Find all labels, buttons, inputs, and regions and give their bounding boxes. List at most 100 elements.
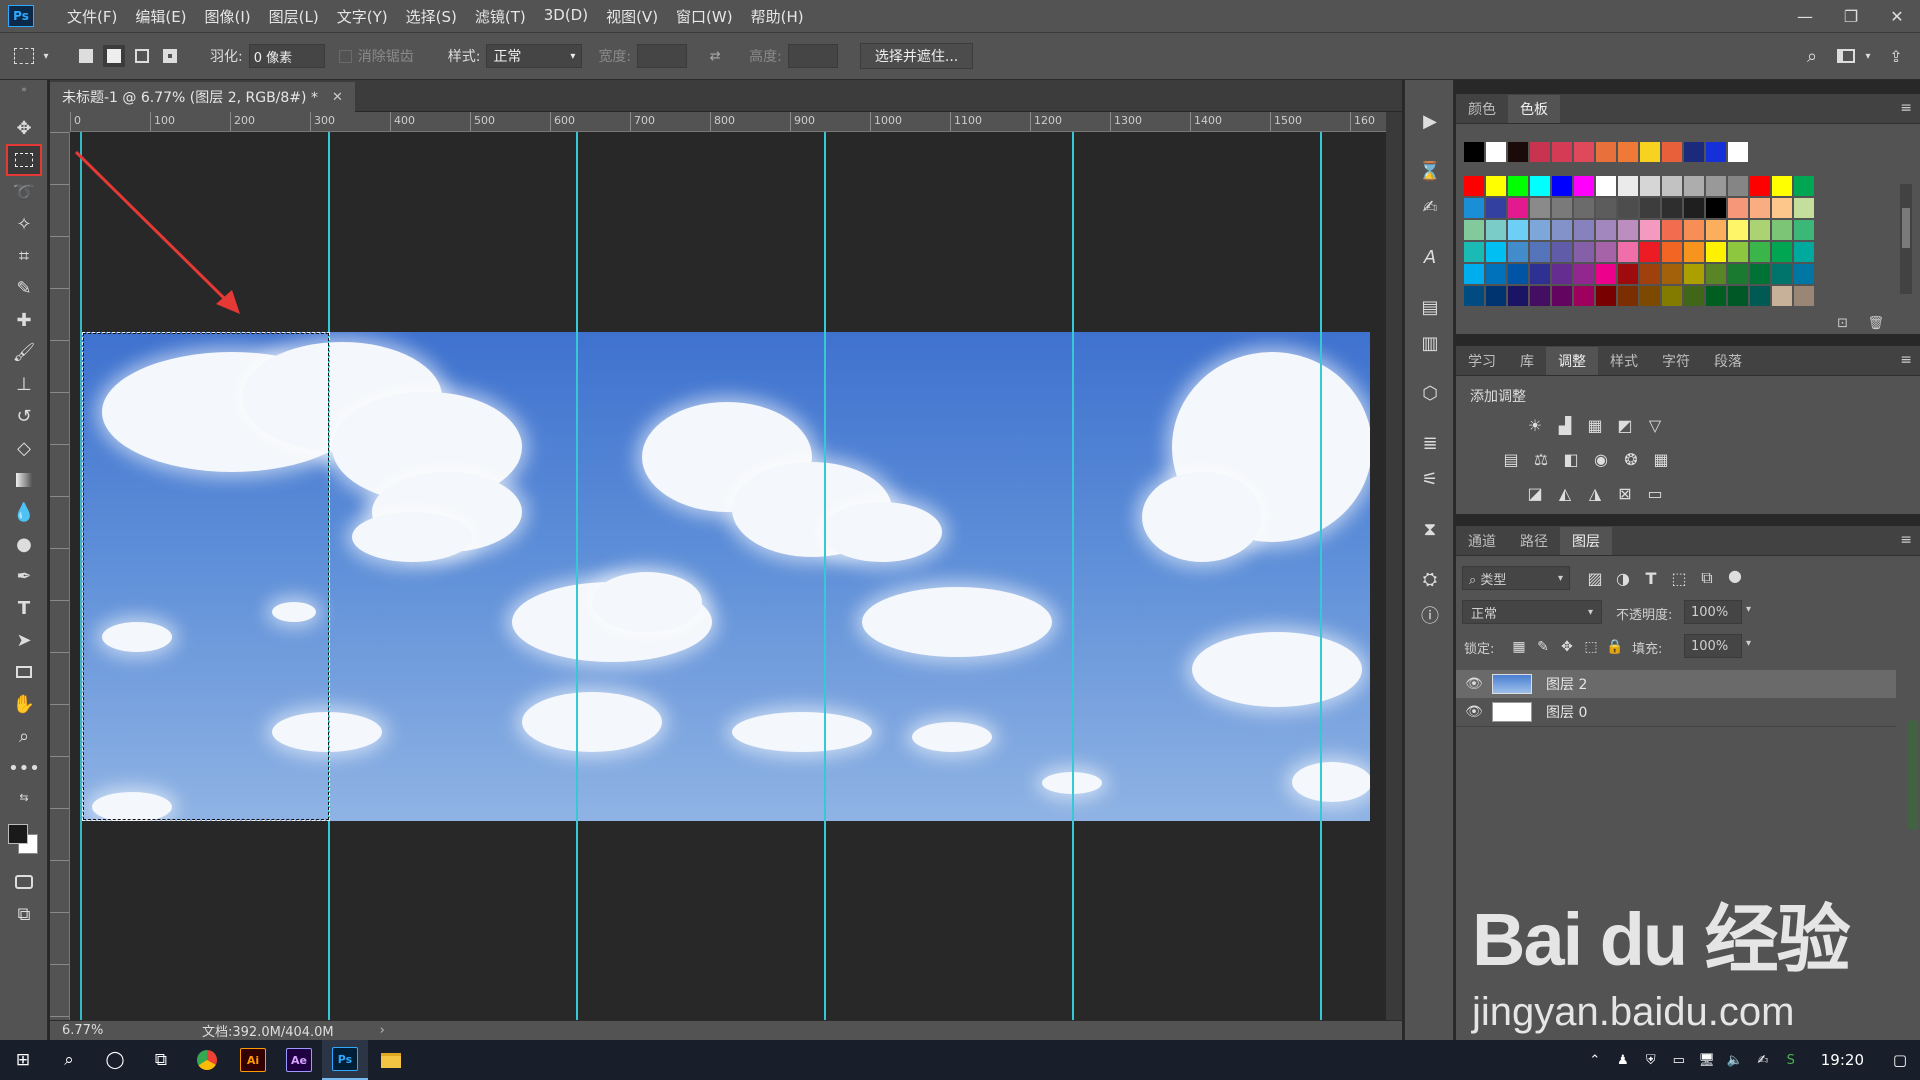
horizontal-ruler[interactable]: 0 100 200 300 400 500 600 700 800 900 1000 1100 1200…	[70, 112, 1386, 132]
swatch[interactable]	[1640, 220, 1660, 240]
swatch[interactable]	[1486, 242, 1506, 262]
gradient-tool-icon[interactable]	[8, 466, 40, 494]
eyedropper-tool-icon[interactable]: ✎	[8, 274, 40, 302]
visibility-eye-icon[interactable]: 👁	[1456, 676, 1492, 692]
illustrator-app-icon[interactable]: Ai	[230, 1040, 276, 1080]
vibrance-icon[interactable]: ▽	[1644, 414, 1666, 436]
panel-menu-icon[interactable]: ≡	[1900, 352, 1912, 368]
swatch[interactable]	[1662, 198, 1682, 218]
lock-position-icon[interactable]: ✥	[1556, 636, 1578, 658]
swatch[interactable]	[1530, 198, 1550, 218]
recent-swatch[interactable]	[1552, 142, 1572, 162]
photoshop-logo[interactable]: Ps	[8, 5, 34, 27]
swatch[interactable]	[1750, 220, 1770, 240]
levels-icon[interactable]: ▟	[1554, 414, 1576, 436]
layer-row-selected[interactable]: 👁 图层 2	[1456, 670, 1896, 698]
posterize-icon[interactable]: ◭	[1554, 482, 1576, 504]
swatch[interactable]	[1574, 286, 1594, 306]
menu-type[interactable]: 文字(Y)	[328, 6, 397, 27]
swatch[interactable]	[1640, 242, 1660, 262]
menu-window[interactable]: 窗口(W)	[667, 6, 742, 27]
menu-select[interactable]: 选择(S)	[397, 6, 466, 27]
swatch[interactable]	[1464, 176, 1484, 196]
status-menu-icon[interactable]: ›	[380, 1023, 385, 1038]
pen-tool-icon[interactable]: ✒	[8, 562, 40, 590]
swatches-scrollbar[interactable]	[1900, 184, 1912, 294]
healing-brush-tool-icon[interactable]: ✚	[8, 306, 40, 334]
blend-mode-select[interactable]: 正常 ▾	[1462, 600, 1602, 624]
swatch[interactable]	[1574, 264, 1594, 284]
subtract-selection-icon[interactable]	[128, 42, 156, 70]
recent-swatch[interactable]	[1728, 142, 1748, 162]
swatch[interactable]	[1618, 242, 1638, 262]
notification-icon[interactable]: ▢	[1880, 1040, 1920, 1080]
chevron-down-icon[interactable]: ▾	[38, 42, 54, 70]
intersect-selection-icon[interactable]	[156, 42, 184, 70]
clone-stamp-tool-icon[interactable]: ⊥	[8, 370, 40, 398]
guide-line[interactable]	[1072, 132, 1074, 1020]
rectangle-tool-icon[interactable]	[8, 658, 40, 686]
swatch[interactable]	[1728, 286, 1748, 306]
history-brush-tool-icon[interactable]: ↺	[8, 402, 40, 430]
tab-styles[interactable]: 样式	[1598, 347, 1650, 375]
swatch[interactable]	[1794, 220, 1814, 240]
chevron-down-icon[interactable]: ▾	[1746, 604, 1751, 615]
swatch[interactable]	[1552, 176, 1572, 196]
opacity-input[interactable]: 100%	[1684, 600, 1742, 624]
recent-swatch[interactable]	[1530, 142, 1550, 162]
swatch[interactable]	[1530, 242, 1550, 262]
swatch[interactable]	[1684, 242, 1704, 262]
tab-swatches[interactable]: 色板	[1508, 95, 1560, 123]
threshold-icon[interactable]: ◮	[1584, 482, 1606, 504]
channel-mixer-icon[interactable]: ❂	[1620, 448, 1642, 470]
hand-tool-icon[interactable]: ✋	[8, 690, 40, 718]
swatch[interactable]	[1750, 286, 1770, 306]
swatch[interactable]	[1596, 286, 1616, 306]
swatch[interactable]	[1530, 176, 1550, 196]
swatch[interactable]	[1772, 242, 1792, 262]
swatch[interactable]	[1772, 264, 1792, 284]
panel-menu-icon[interactable]: ≡	[1900, 532, 1912, 548]
recent-swatch[interactable]	[1508, 142, 1528, 162]
search-icon[interactable]: ⌕	[46, 1040, 92, 1080]
guide-line[interactable]	[824, 132, 826, 1020]
blur-tool-icon[interactable]: 💧	[8, 498, 40, 526]
canvas-scrollbar[interactable]	[1386, 112, 1402, 1020]
swatch[interactable]	[1596, 176, 1616, 196]
brightness-icon[interactable]: ☀	[1524, 414, 1546, 436]
guide-line[interactable]	[1320, 132, 1322, 1020]
swatch[interactable]	[1684, 220, 1704, 240]
antialias-checkbox[interactable]	[338, 49, 352, 63]
exposure-icon[interactable]: ◩	[1614, 414, 1636, 436]
tray-expand-icon[interactable]: ⌃	[1581, 1040, 1609, 1080]
swatch[interactable]	[1486, 176, 1506, 196]
swatch[interactable]	[1794, 198, 1814, 218]
zoom-tool-icon[interactable]: ⌕	[8, 722, 40, 750]
tab-color[interactable]: 颜色	[1456, 95, 1508, 123]
swatch[interactable]	[1772, 198, 1792, 218]
lock-all-icon[interactable]: 🔒	[1604, 636, 1626, 658]
zoom-level[interactable]: 6.77%	[62, 1023, 152, 1038]
recent-swatch[interactable]	[1596, 142, 1616, 162]
swatch[interactable]	[1464, 198, 1484, 218]
swatch[interactable]	[1596, 198, 1616, 218]
vertical-ruler[interactable]	[50, 132, 70, 1020]
cortana-icon[interactable]: ◯	[92, 1040, 138, 1080]
pixel-filter-icon[interactable]: ▨	[1584, 567, 1606, 589]
swatch[interactable]	[1662, 242, 1682, 262]
chrome-icon[interactable]	[184, 1040, 230, 1080]
swatch[interactable]	[1728, 220, 1748, 240]
invert-icon[interactable]: ◪	[1524, 482, 1546, 504]
swatch[interactable]	[1684, 176, 1704, 196]
3d-icon[interactable]: ⬡	[1415, 378, 1445, 408]
swatch[interactable]	[1618, 286, 1638, 306]
swatch[interactable]	[1640, 198, 1660, 218]
battery-icon[interactable]: ▭	[1665, 1040, 1693, 1080]
actions-play-icon[interactable]: ▶	[1415, 106, 1445, 136]
windows-start-icon[interactable]: ⊞	[0, 1040, 46, 1080]
menu-filter[interactable]: 滤镜(T)	[466, 6, 535, 27]
swatch[interactable]	[1464, 220, 1484, 240]
brush-presets-icon[interactable]: ≣	[1415, 428, 1445, 458]
swatch[interactable]	[1486, 264, 1506, 284]
swatch[interactable]	[1508, 242, 1528, 262]
